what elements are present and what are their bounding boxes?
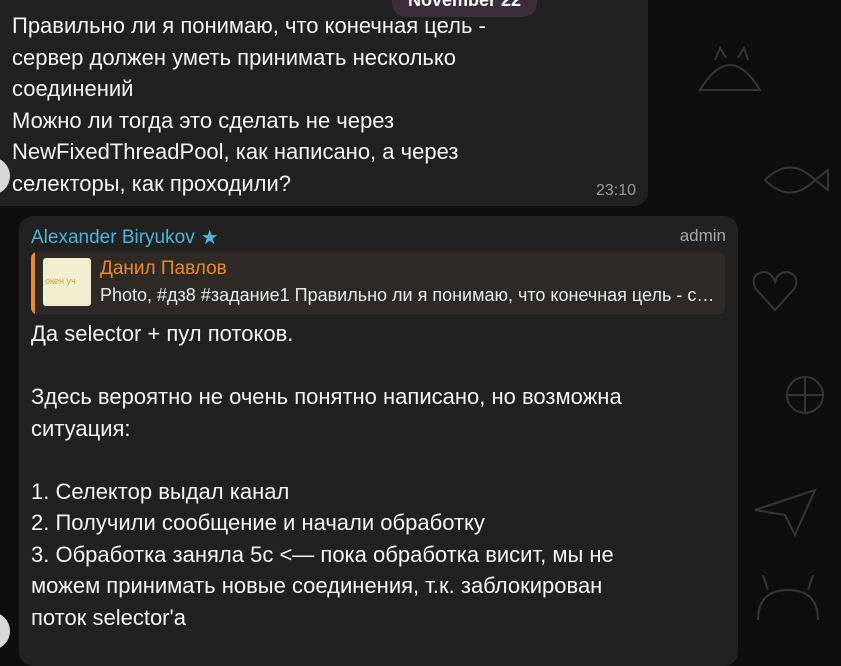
reply-preview[interactable]: окен уч Данил Павлов Photo, #дз8 #задани… (31, 252, 725, 314)
doodle-plane-icon (754, 488, 817, 538)
reply-author: Данил Павлов (100, 258, 227, 279)
message-text: Да selector + пул потоков. Здесь вероятн… (31, 321, 622, 630)
reply-thumbnail: окен уч (43, 258, 91, 306)
message-time: 23:10 (595, 182, 636, 199)
reply-text: Photo, #дз8 #задание1 Правильно ли я пон… (100, 285, 720, 305)
message-bubble[interactable]: Правильно ли я понимаю, что конечная цел… (0, 0, 648, 206)
doodle-heart-icon (752, 270, 798, 312)
date-separator: November 22 (392, 0, 538, 17)
reply-thumbnail-text: окен уч (45, 276, 76, 286)
doodle-ball-icon (786, 376, 824, 414)
doodle-dog-icon (757, 574, 819, 621)
message-bubble[interactable]: Alexander Biryukov ★ admin окен уч Данил… (19, 216, 738, 666)
message-text: Правильно ли я понимаю, что конечная цел… (12, 13, 486, 196)
reply-accent-bar (31, 252, 35, 314)
doodle-cat-icon (698, 45, 762, 91)
doodle-fish-icon (763, 166, 829, 194)
sender-name[interactable]: Alexander Biryukov ★ (31, 225, 219, 250)
sender-name-text[interactable]: Alexander Biryukov (31, 227, 195, 249)
star-icon: ★ (200, 227, 219, 249)
admin-badge: admin (679, 226, 726, 245)
